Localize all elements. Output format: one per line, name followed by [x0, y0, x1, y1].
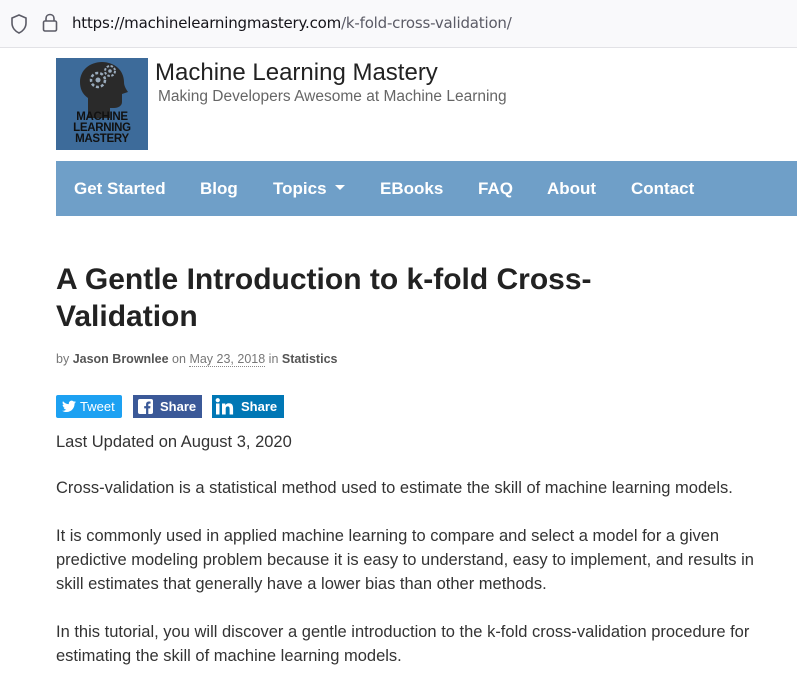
- site-tagline: Making Developers Awesome at Machine Lea…: [158, 88, 507, 105]
- facebook-share-button[interactable]: Share: [133, 395, 202, 418]
- article-meta: by Jason Brownlee on May 23, 2018 in Sta…: [56, 352, 338, 367]
- twitter-icon: [62, 400, 76, 413]
- last-updated: Last Updated on August 3, 2020: [56, 433, 292, 451]
- tweet-label: Tweet: [80, 399, 115, 414]
- paragraph-3: In this tutorial, you will discover a ge…: [56, 623, 750, 665]
- head-gears-icon: [80, 62, 128, 118]
- paragraph-2: It is commonly used in applied machine l…: [56, 527, 754, 593]
- logo-text-line-3: MASTERY: [75, 133, 129, 145]
- tweet-button[interactable]: Tweet: [56, 395, 122, 418]
- chevron-down-icon: [334, 185, 345, 191]
- facebook-share-label: Share: [160, 399, 197, 414]
- linkedin-share-button[interactable]: Share: [212, 395, 284, 418]
- main-nav: Get Started Blog Topics EBooks FAQ About…: [56, 161, 797, 216]
- article-title: A Gentle Introduction to k-fold Cross-Va…: [56, 263, 592, 333]
- shield-icon[interactable]: [10, 14, 28, 34]
- site-title[interactable]: Machine Learning Mastery: [155, 59, 438, 87]
- nav-item-blog[interactable]: Blog: [200, 161, 238, 216]
- meta-by: by: [56, 352, 70, 366]
- logo-text: MACHINE LEARNING MASTERY: [56, 111, 148, 145]
- meta-in: in: [268, 352, 279, 366]
- nav-item-faq[interactable]: FAQ: [478, 161, 513, 216]
- site-logo[interactable]: MACHINE LEARNING MASTERY: [56, 58, 148, 150]
- browser-address-bar: https://machinelearningmastery.com/k-fol…: [0, 0, 797, 48]
- nav-item-get-started[interactable]: Get Started: [74, 161, 166, 216]
- category-link[interactable]: Statistics: [282, 352, 338, 366]
- facebook-icon: [138, 399, 153, 414]
- publish-date: May 23, 2018: [189, 352, 266, 367]
- url-domain: https://machinelearningmastery.com: [72, 14, 342, 32]
- nav-item-topics[interactable]: Topics: [273, 161, 345, 216]
- paragraph-1: Cross-validation is a statistical method…: [56, 479, 733, 497]
- url-path: /k-fold-cross-validation/: [341, 14, 512, 32]
- author-link[interactable]: Jason Brownlee: [73, 352, 169, 366]
- nav-item-about[interactable]: About: [547, 161, 596, 216]
- linkedin-share-label: Share: [241, 399, 278, 414]
- meta-on: on: [172, 352, 186, 366]
- nav-item-contact[interactable]: Contact: [631, 161, 694, 216]
- lock-icon[interactable]: [42, 13, 58, 33]
- url-field[interactable]: https://machinelearningmastery.com/k-fol…: [72, 14, 512, 32]
- nav-item-topics-label: Topics: [273, 179, 327, 198]
- linkedin-icon: [215, 398, 234, 415]
- nav-item-ebooks[interactable]: EBooks: [380, 161, 443, 216]
